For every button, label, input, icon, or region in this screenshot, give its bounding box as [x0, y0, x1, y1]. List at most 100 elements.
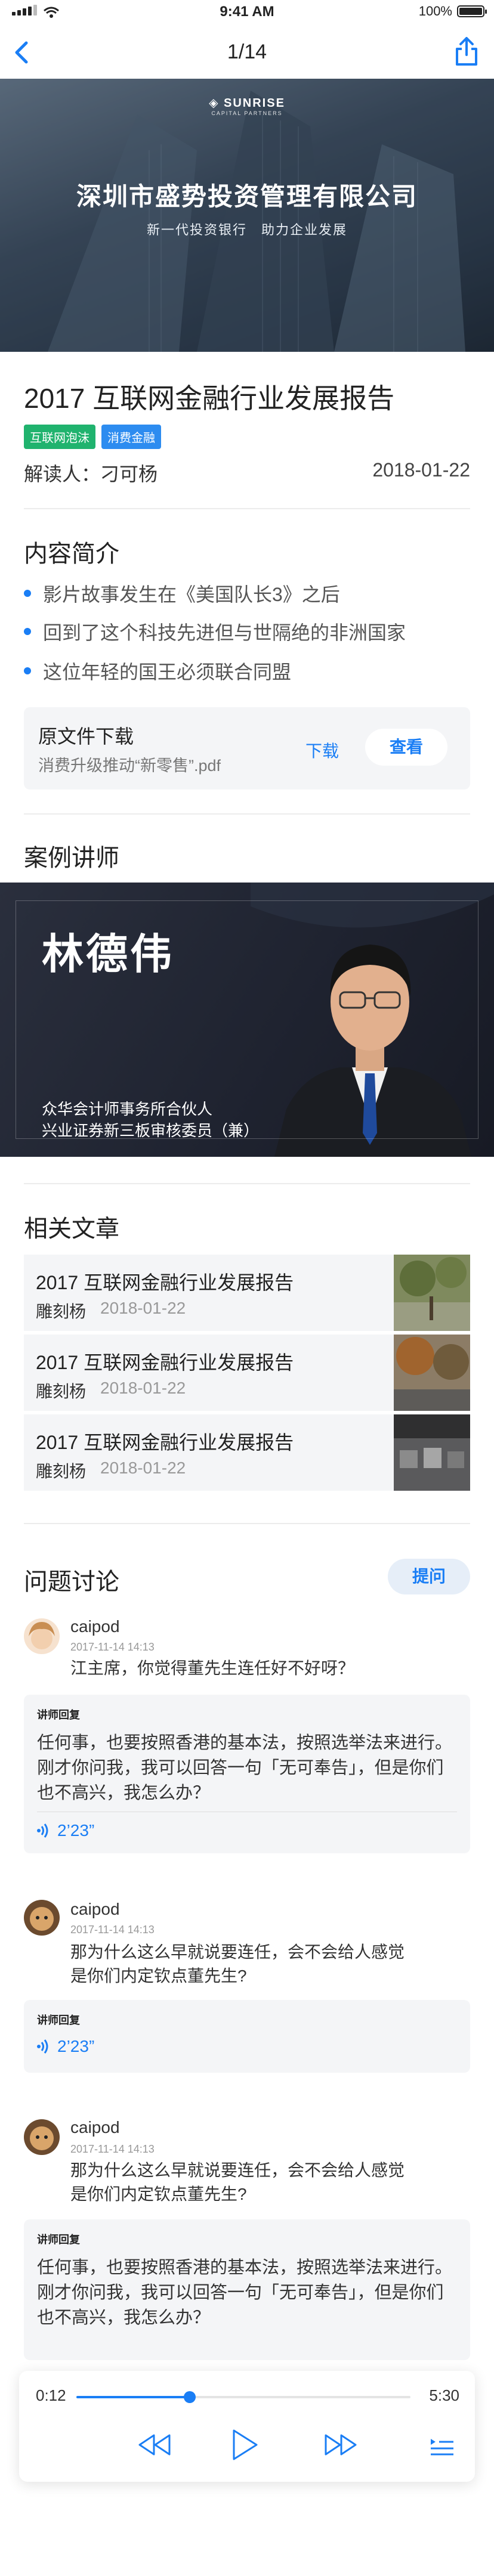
related-article-title: 2017 互联网金融行业发展报告 [36, 1272, 294, 1293]
intro-item: 回到了这个科技先进但与世隔绝的非洲国家 [24, 618, 406, 645]
lecturer-role: 众华会计师事务所合伙人 [42, 1100, 213, 1118]
file-download-card: 原文件下载 消费升级推动“新零售”.pdf 下载 查看 [24, 707, 470, 789]
related-article-title: 2017 互联网金融行业发展报告 [36, 1432, 294, 1453]
intro-section-title: 内容简介 [24, 541, 119, 567]
divider [24, 508, 470, 509]
lecturer-reply: 讲师回复 任何事，也要按照香港的基本法，按照选举法来进行。刚才你问我，我可以回答… [24, 2219, 470, 2360]
intro-item-text: 这位年轻的国王必须联合同盟 [43, 661, 292, 683]
comment-user: caipod [70, 1900, 120, 1918]
lecturer-name: 林德伟 [42, 931, 174, 977]
download-filename: 消费升级推动“新零售”.pdf [38, 757, 221, 775]
audio-duration: 2’23” [57, 2037, 95, 2055]
avatar[interactable] [24, 1618, 60, 1654]
progress-fill [76, 2396, 190, 2398]
brand-logo-icon: ◈ [209, 97, 224, 110]
rewind-icon[interactable] [136, 2433, 173, 2457]
intro-item: 这位年轻的国王必须联合同盟 [24, 657, 291, 685]
related-article-item[interactable]: 2017 互联网金融行业发展报告 雕刻杨 2018-01-22 [24, 1414, 470, 1491]
comment-text: 那为什么这么早就说要连任，会不会给人感觉是你们内定钦点董先生? [70, 1943, 405, 1985]
reply-label: 讲师回复 [37, 2014, 80, 2026]
share-icon[interactable] [453, 36, 480, 67]
user-avatar-icon [24, 1618, 60, 1654]
status-bar: 9:41 AM 100% [0, 0, 494, 26]
fast-forward-icon[interactable] [322, 2433, 359, 2457]
related-article-thumbnail [394, 1414, 470, 1491]
lecturer-reply: 讲师回复 任何事，也要按照香港的基本法，按照选举法来进行。刚才你问我，我可以回答… [24, 1695, 470, 1853]
lecturer-section-title: 案例讲师 [24, 845, 119, 871]
intro-item-text: 影片故事发生在《美国队长3》之后 [43, 584, 340, 605]
tag-badge[interactable]: 消费金融 [101, 425, 161, 449]
divider [24, 1183, 470, 1184]
bullet-dot [24, 667, 31, 674]
comment-text: 江主席，你觉得董先生连任好不好呀？ [70, 1659, 355, 1677]
intro-item: 影片故事发生在《美国队长3》之后 [24, 580, 340, 607]
discussion-section-title: 问题讨论 [24, 1569, 119, 1595]
related-article-item[interactable]: 2017 互联网金融行业发展报告 雕刻杨 2018-01-22 [24, 1255, 470, 1331]
page-counter: 1/14 [227, 41, 267, 63]
article-tags: 互联网泡沫 消费金融 [24, 425, 161, 449]
intro-item-text: 回到了这个科技先进但与世隔绝的非洲国家 [43, 622, 406, 643]
related-article-author: 雕刻杨 [36, 1382, 87, 1401]
audio-duration: 2’23” [57, 1821, 95, 1840]
reply-label: 讲师回复 [37, 2234, 80, 2246]
comment-user: caipod [70, 1617, 120, 1636]
related-article-thumbnail [394, 1335, 470, 1411]
voice-wave-icon [37, 1823, 48, 1838]
bullet-dot [24, 628, 31, 635]
lecturer-reply: 讲师回复 2’23” [24, 2000, 470, 2073]
reply-text: 任何事，也要按照香港的基本法，按照选举法来进行。刚才你问我，我可以回答一句「无可… [37, 1733, 453, 1803]
company-slogan: 新一代投资银行 助力企业发展 [146, 222, 347, 237]
comment-time: 2017-11-14 14:13 [70, 1924, 155, 1936]
related-article-thumbnail [394, 1255, 470, 1331]
battery-icon [457, 5, 487, 17]
tag-badge[interactable]: 互联网泡沫 [24, 425, 95, 449]
progress-knob[interactable] [184, 2391, 196, 2403]
nav-bar: 1/14 [0, 26, 494, 79]
total-time: 5:30 [429, 2386, 459, 2404]
lecturer-role: 兴业证券新三板审核委员（兼） [42, 1122, 260, 1140]
audio-player: 0:12 5:30 [19, 2371, 475, 2482]
divider [24, 813, 470, 815]
comment-user: caipod [70, 2118, 120, 2137]
article-date: 2018-01-22 [372, 459, 470, 481]
brand-subtitle: CAPITAL PARTNERS [211, 110, 283, 116]
related-article-item[interactable]: 2017 互联网金融行业发展报告 雕刻杨 2018-01-22 [24, 1335, 470, 1411]
brand-name: SUNRISE [224, 97, 285, 110]
user-avatar-icon [24, 1900, 60, 1936]
comment-text: 那为什么这么早就说要连任，会不会给人感觉是你们内定钦点董先生? [70, 2161, 405, 2203]
user-avatar-icon [24, 2119, 60, 2155]
reply-label: 讲师回复 [37, 1709, 80, 1721]
skyscraper-illustration [0, 79, 494, 352]
lecturer-card[interactable]: 林德伟 众华会计师事务所合伙人 兴业证券新三板审核委员（兼） [0, 883, 494, 1157]
related-section-title: 相关文章 [24, 1216, 119, 1242]
related-article-date: 2018-01-22 [100, 1299, 186, 1317]
playlist-icon[interactable] [428, 2436, 455, 2457]
related-article-author: 雕刻杨 [36, 1462, 87, 1481]
related-article-date: 2018-01-22 [100, 1459, 186, 1477]
article-title: 2017 互联网金融行业发展报告 [24, 383, 395, 414]
play-icon[interactable] [230, 2428, 259, 2462]
download-button[interactable]: 下载 [305, 738, 339, 762]
company-name: 深圳市盛势投资管理有限公司 [76, 182, 418, 210]
progress-track[interactable] [76, 2391, 410, 2403]
article-reader: 解读人：刁可杨 [24, 463, 158, 485]
related-article-author: 雕刻杨 [36, 1302, 87, 1321]
audio-reply[interactable]: 2’23” [37, 2037, 94, 2056]
battery-percent: 100% [418, 4, 452, 18]
related-article-date: 2018-01-22 [100, 1379, 186, 1397]
bullet-dot [24, 590, 31, 597]
comment-time: 2017-11-14 14:13 [70, 1641, 155, 1653]
avatar[interactable] [24, 2119, 60, 2155]
avatar[interactable] [24, 1900, 60, 1936]
voice-wave-icon [37, 2039, 48, 2054]
view-button[interactable]: 查看 [365, 729, 447, 766]
audio-reply[interactable]: 2’23” [37, 1821, 94, 1840]
brand-logo: ◈ SUNRISE CAPITAL PARTNERS [0, 95, 494, 116]
company-banner: ◈ SUNRISE CAPITAL PARTNERS 深圳市盛势投资管理有限公司… [0, 79, 494, 352]
ask-question-button[interactable]: 提问 [388, 1559, 470, 1594]
divider [24, 1523, 470, 1524]
current-time: 0:12 [36, 2386, 66, 2404]
download-title: 原文件下载 [38, 726, 134, 747]
related-article-title: 2017 互联网金融行业发展报告 [36, 1352, 294, 1373]
reply-text: 任何事，也要按照香港的基本法，按照选举法来进行。刚才你问我，我可以回答一句「无可… [37, 2258, 453, 2327]
